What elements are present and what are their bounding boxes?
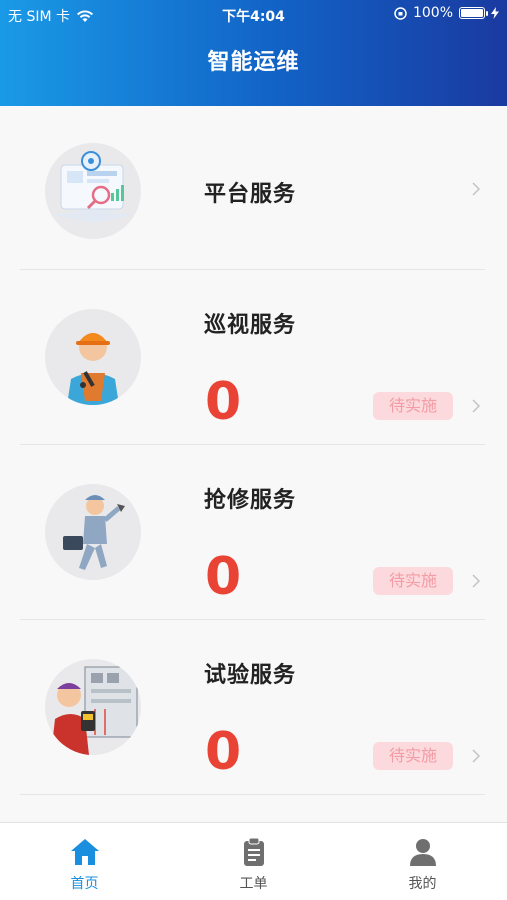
battery-percentage: 100% [412, 5, 453, 21]
person-icon [409, 839, 436, 866]
platform-monitor-illustration [45, 143, 141, 239]
tab-home[interactable]: 首页 [0, 823, 169, 900]
tab-label-work-orders: 工单 [239, 876, 268, 892]
testing-engineer-illustration [45, 659, 141, 755]
bottom-tab-bar: 首页 工单 我的 [0, 822, 507, 900]
chevron-right-icon [472, 749, 481, 763]
tab-label-profile: 我的 [408, 876, 437, 892]
divider [20, 794, 485, 795]
service-list: 平台服务 巡视服务 0 待实施 抢修服务 0 待实施 试验服务 0 待实施 [0, 106, 507, 822]
pending-count: 0 [205, 722, 242, 782]
charging-icon [491, 7, 499, 19]
status-bar: 无 SIM 卡 下午4:04 100% [0, 0, 507, 28]
service-title-repair: 抢修服务 [204, 488, 297, 513]
battery-level [461, 9, 483, 17]
status-badge: 待实施 [373, 742, 453, 770]
orientation-lock-icon [394, 6, 407, 20]
pending-count: 0 [205, 372, 242, 432]
service-title-inspection: 巡视服务 [204, 313, 297, 338]
app-header: 无 SIM 卡 下午4:04 100% 智能运维 [0, 0, 507, 106]
chevron-right-icon [472, 182, 481, 196]
battery-icon [459, 7, 488, 19]
service-card-platform[interactable]: 平台服务 [0, 106, 507, 270]
clipboard-icon [243, 837, 264, 866]
service-card-inspection[interactable]: 巡视服务 0 待实施 [0, 270, 507, 445]
status-badge: 待实施 [373, 567, 453, 595]
chevron-right-icon [472, 399, 481, 413]
status-badge: 待实施 [373, 392, 453, 420]
tab-work-orders[interactable]: 工单 [169, 823, 338, 900]
inspection-worker-illustration [45, 309, 141, 405]
page-title: 智能运维 [207, 50, 300, 75]
pending-count: 0 [205, 547, 242, 607]
home-icon [70, 839, 99, 865]
chevron-right-icon [472, 574, 481, 588]
service-card-repair[interactable]: 抢修服务 0 待实施 [0, 445, 507, 620]
service-title-testing: 试验服务 [204, 663, 297, 688]
repair-worker-illustration [45, 484, 141, 580]
tab-label-home: 首页 [70, 876, 99, 892]
tab-profile[interactable]: 我的 [338, 823, 507, 900]
service-card-testing[interactable]: 试验服务 0 待实施 [0, 620, 507, 795]
service-title-platform: 平台服务 [204, 182, 297, 207]
